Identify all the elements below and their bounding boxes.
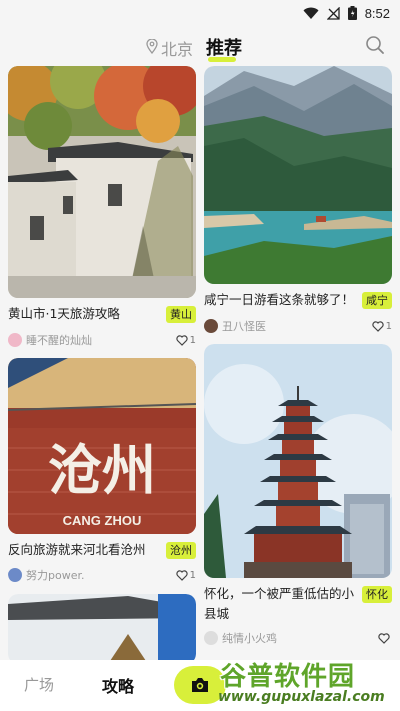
author-name[interactable]: 睡不醒的灿灿: [26, 332, 92, 348]
camera-icon: [192, 678, 208, 692]
like-count: 1: [189, 334, 196, 346]
location-tag[interactable]: 咸宁: [362, 292, 392, 309]
post-meta: 丑八怪医 1: [204, 317, 392, 335]
post-card[interactable]: [8, 594, 196, 660]
status-time: 8:52: [364, 5, 390, 21]
like-button[interactable]: 1: [175, 569, 196, 581]
post-image: [204, 66, 392, 284]
avatar[interactable]: [204, 319, 218, 333]
like-button[interactable]: 1: [371, 320, 392, 332]
watermark-url: www.gupuxlazal.com: [218, 689, 385, 705]
sign-text: 沧州: [48, 438, 156, 502]
like-button[interactable]: 1: [175, 334, 196, 346]
author-name[interactable]: 努力power.: [26, 567, 85, 583]
avatar[interactable]: [204, 631, 218, 645]
sign-subtext: CANG ZHOU: [63, 513, 142, 528]
location-tag[interactable]: 沧州: [166, 542, 196, 559]
post-meta: 纯情小火鸡: [204, 629, 392, 647]
location-tag[interactable]: 黄山: [166, 306, 196, 323]
post-image: [8, 66, 196, 298]
post-meta: 睡不醒的灿灿 1: [8, 331, 196, 349]
location-tag[interactable]: 怀化: [362, 586, 392, 603]
nav-square[interactable]: 广场: [24, 674, 54, 695]
battery-icon: [347, 6, 357, 20]
heart-icon: [378, 632, 390, 644]
watermark-logo: 谷普软件园 www.gupuxlazal.com: [216, 656, 396, 708]
search-button[interactable]: [364, 34, 386, 56]
post-card[interactable]: 咸宁一日游看这条就够了！ 咸宁 丑八怪医 1: [204, 66, 392, 338]
post-card[interactable]: 怀化，一个被严重低估的小 县城 怀化 纯情小火鸡: [204, 344, 392, 660]
location-pin-icon: [146, 37, 158, 58]
heart-icon: [371, 320, 384, 332]
feed: 黄山市·1天旅游攻略 黄山 睡不醒的灿灿 1 沧州 CANG ZHOU 反向旅游…: [0, 66, 400, 660]
post-title: 怀化，一个被严重低估的小 县城: [204, 586, 355, 621]
post-meta: 努力power. 1: [8, 566, 196, 584]
post-image: [204, 344, 392, 578]
author-name[interactable]: 丑八怪医: [222, 318, 266, 334]
post-card[interactable]: 沧州 CANG ZHOU 反向旅游就来河北看沧州 沧州 努力power. 1: [8, 358, 196, 584]
avatar[interactable]: [8, 333, 22, 347]
wifi-icon: [303, 7, 319, 20]
like-button[interactable]: [378, 632, 392, 644]
like-count: 1: [189, 569, 196, 581]
tab-active-indicator: [208, 57, 236, 62]
like-count: 1: [385, 320, 392, 332]
tab-city-label: 北京: [161, 40, 194, 59]
no-signal-icon: [326, 6, 340, 20]
post-card[interactable]: 黄山市·1天旅游攻略 黄山 睡不醒的灿灿 1: [8, 66, 196, 352]
top-tabs: 北京 推荐: [0, 30, 400, 64]
post-image: 沧州 CANG ZHOU: [8, 358, 196, 534]
author-name[interactable]: 纯情小火鸡: [222, 630, 277, 646]
status-bar: 8:52: [0, 0, 400, 26]
search-icon: [366, 36, 384, 54]
avatar[interactable]: [8, 568, 22, 582]
watermark-title: 谷普软件园: [220, 662, 356, 692]
heart-icon: [175, 569, 188, 581]
post-image: [8, 594, 196, 660]
tab-city[interactable]: 北京: [146, 36, 193, 60]
heart-icon: [175, 334, 188, 346]
nav-guide[interactable]: 攻略: [102, 673, 134, 697]
